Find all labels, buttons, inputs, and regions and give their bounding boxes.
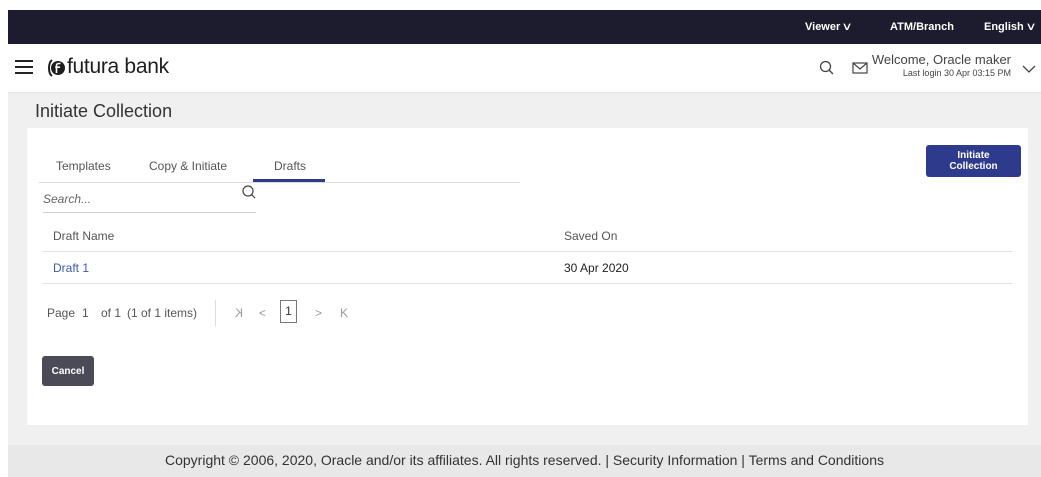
language-label: English — [984, 21, 1024, 33]
table-row: Draft 1 30 Apr 2020 — [42, 252, 1012, 284]
tab-bar: Templates Copy & Initiate Drafts — [39, 152, 520, 183]
content-card: Templates Copy & Initiate Drafts Initiat… — [27, 128, 1028, 425]
saved-on-cell: 30 Apr 2020 — [564, 261, 629, 275]
mail-icon[interactable] — [851, 59, 869, 77]
viewer-label: Viewer — [805, 21, 841, 33]
last-page-icon[interactable]: K — [340, 306, 348, 320]
active-tab-indicator — [253, 179, 325, 182]
atm-branch-link[interactable]: ATM/Branch — [890, 10, 954, 44]
first-page-icon[interactable]: K — [235, 306, 243, 320]
footer: Copyright © 2006, 2020, Oracle and/or it… — [8, 445, 1041, 477]
tab-copy-initiate[interactable]: Copy & Initiate — [149, 159, 227, 173]
page-title: Initiate Collection — [35, 101, 173, 121]
tab-templates[interactable]: Templates — [56, 159, 111, 173]
search-input[interactable] — [43, 188, 233, 210]
chevron-down-icon: ∨ — [841, 21, 853, 33]
app-header: futura bank Welcome, Oracle maker Last l… — [8, 44, 1041, 93]
chevron-down-icon[interactable] — [1022, 64, 1036, 74]
column-header-saved-on: Saved On — [564, 229, 618, 243]
initiate-collection-button[interactable]: Initiate Collection — [926, 145, 1021, 177]
cancel-button[interactable]: Cancel — [42, 356, 94, 386]
page-number[interactable]: 1 — [82, 306, 89, 320]
search-box — [43, 185, 256, 213]
user-menu[interactable]: Welcome, Oracle maker Last login 30 Apr … — [872, 52, 1011, 78]
welcome-text: Welcome, Oracle maker — [871, 52, 1011, 67]
column-header-draft-name: Draft Name — [53, 229, 115, 243]
drafts-table: Draft Name Saved On Draft 1 30 Apr 2020 — [42, 220, 1012, 284]
viewer-dropdown[interactable]: Viewer∨ — [805, 10, 853, 44]
table-header-row: Draft Name Saved On — [42, 220, 1012, 252]
search-icon[interactable] — [241, 184, 257, 200]
last-login-text: Last login 30 Apr 03:15 PM — [902, 68, 1011, 78]
search-icon[interactable] — [818, 59, 836, 77]
page-label: Page — [47, 306, 76, 320]
prev-page-icon[interactable]: < — [259, 306, 266, 320]
page-total: of 1 — [101, 306, 122, 320]
brand-name: futura bank — [67, 55, 169, 78]
next-page-icon[interactable]: > — [315, 306, 322, 320]
hamburger-menu-icon[interactable] — [15, 60, 33, 74]
pager-divider — [215, 300, 216, 326]
items-count: (1 of 1 items) — [127, 306, 198, 320]
current-page-box[interactable]: 1 — [280, 300, 297, 323]
bank-logo-icon — [48, 59, 65, 77]
draft-name-link[interactable]: Draft 1 — [53, 261, 89, 275]
top-bar: Viewer∨ ATM/Branch English∨ — [8, 10, 1041, 44]
tab-drafts[interactable]: Drafts — [274, 159, 306, 173]
chevron-down-icon: ∨ — [1025, 21, 1037, 33]
language-dropdown[interactable]: English∨ — [984, 10, 1037, 44]
app-frame: Viewer∨ ATM/Branch English∨ futura bank … — [8, 10, 1041, 477]
